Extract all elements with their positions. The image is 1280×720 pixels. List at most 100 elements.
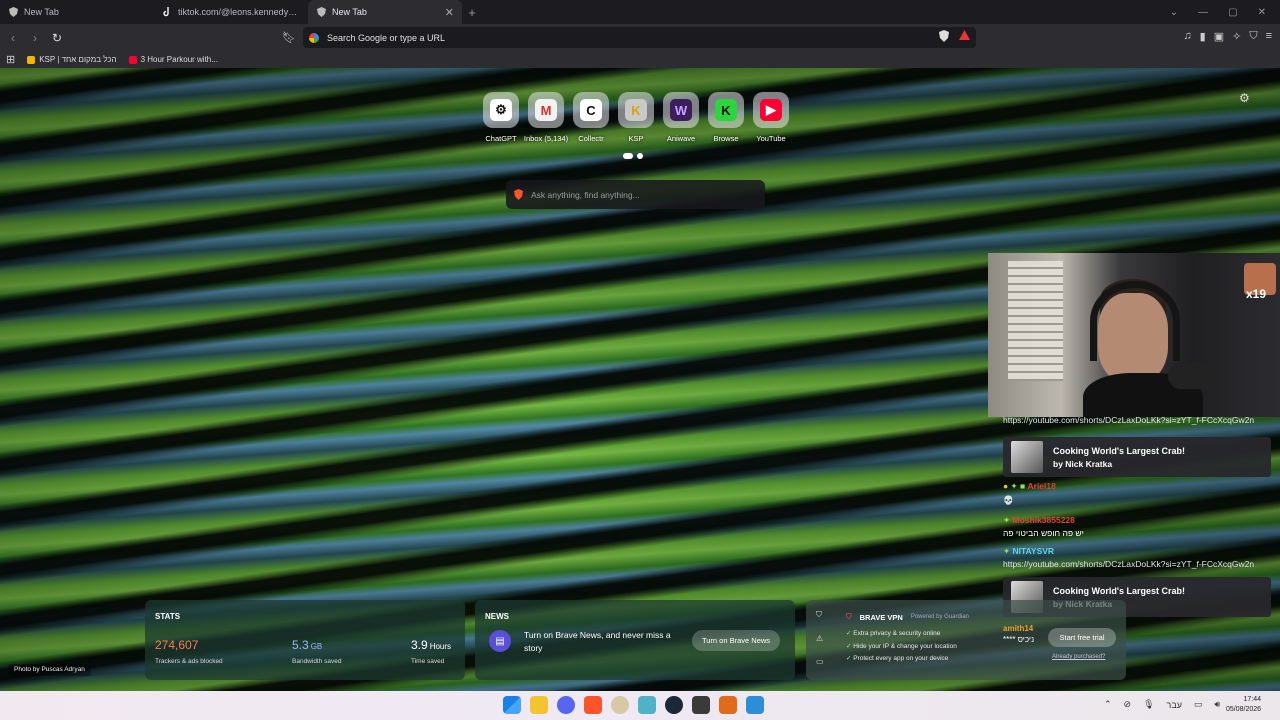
already-purchased-link[interactable]: Already purchased? bbox=[1052, 654, 1105, 660]
newtab-search[interactable]: Ask anything, find anything... bbox=[506, 180, 765, 209]
bookmark-icon[interactable]: 🔖︎ bbox=[282, 31, 296, 44]
discord-icon[interactable] bbox=[557, 696, 575, 714]
steam-icon[interactable] bbox=[665, 696, 683, 714]
video-card: Cooking World's Largest Crab! by Nick Kr… bbox=[1003, 437, 1271, 477]
brave-logo-icon bbox=[514, 189, 523, 200]
minimize-icon[interactable]: — bbox=[1198, 7, 1208, 18]
site-logo-icon: K bbox=[625, 99, 647, 121]
top-site-aniwave[interactable]: W Aniwave bbox=[662, 92, 700, 143]
reload-icon[interactable]: ↻ bbox=[48, 31, 66, 45]
app-icon-4[interactable] bbox=[719, 696, 737, 714]
clock-date: 05/08/2026 bbox=[1226, 706, 1262, 713]
top-site-browse[interactable]: K Browse bbox=[707, 92, 745, 143]
top-site-label: Inbox (5,134) bbox=[523, 134, 569, 143]
top-site-ksp[interactable]: K KSP bbox=[617, 92, 655, 143]
chat-username: Ariel18 bbox=[1027, 481, 1056, 491]
tab-2[interactable]: tiktok.com/@leons.kennedy183/photo bbox=[154, 0, 308, 24]
turn-on-news-button[interactable]: Turn on Brave News bbox=[692, 630, 780, 651]
close-tab-icon[interactable]: ✕ bbox=[445, 6, 454, 19]
photo-credit[interactable]: Photo by Puscas Adryan bbox=[8, 664, 91, 676]
page-dot-active[interactable] bbox=[623, 153, 633, 159]
bookmark-ksp[interactable]: KSP | הכל במקום אחד bbox=[27, 55, 117, 64]
mic-icon[interactable]: 🎙︎ bbox=[1143, 699, 1154, 710]
tab-1[interactable]: New Tab bbox=[0, 0, 154, 24]
top-sites: ⚙ ChatGPT M Inbox (5,134) C Collectr K KSP W Aniw… bbox=[482, 92, 790, 143]
vpn-shield-icon[interactable]: ⛉ bbox=[816, 610, 824, 620]
card-icon[interactable]: ▭ bbox=[816, 657, 824, 666]
chat-message-3-text: https://youtube.com/shorts/DCzLaxDoLKk?s… bbox=[1003, 559, 1255, 569]
top-site-tile[interactable]: K bbox=[618, 92, 654, 128]
brave-rewards-icon[interactable] bbox=[959, 30, 970, 41]
tab-3[interactable]: New Tab ✕ bbox=[308, 0, 462, 24]
apps-grid-icon[interactable]: ⊞ bbox=[6, 53, 15, 66]
brave-shields-icon[interactable] bbox=[939, 30, 949, 42]
top-site-chatgpt[interactable]: ⚙ ChatGPT bbox=[482, 92, 520, 143]
display-icon[interactable]: ▭ bbox=[1194, 699, 1203, 710]
chevron-up-icon[interactable]: ⌃ bbox=[1104, 699, 1112, 710]
network-off-icon[interactable]: ⊘ bbox=[1124, 699, 1132, 710]
ksp-icon bbox=[27, 55, 36, 64]
address-bar[interactable]: Search Google or type a URL bbox=[303, 27, 976, 48]
customize-gear-icon[interactable]: ⚙ bbox=[1239, 91, 1250, 105]
tab-strip: New Tab tiktok.com/@leons.kennedy183/pho… bbox=[0, 0, 1280, 24]
site-logo-icon: K bbox=[715, 99, 737, 121]
clock[interactable]: 17:44 05/08/2026 bbox=[1226, 695, 1261, 715]
media-icon[interactable]: ♫ bbox=[1183, 30, 1191, 43]
top-site-tile[interactable]: ⚙ bbox=[483, 92, 519, 128]
back-icon[interactable]: ‹ bbox=[4, 31, 22, 45]
news-icon: ▤ bbox=[489, 630, 511, 652]
top-site-youtube[interactable]: ▶ YouTube bbox=[752, 92, 790, 143]
clock-time: 17:44 bbox=[1243, 696, 1262, 703]
brave-icon[interactable] bbox=[584, 696, 602, 714]
news-text: Turn on Brave News, and never miss a sto… bbox=[524, 630, 671, 653]
windows-icon[interactable] bbox=[503, 696, 521, 714]
forward-icon[interactable]: › bbox=[26, 31, 44, 45]
sidebar-icon[interactable]: ▮ bbox=[1200, 30, 1206, 43]
bookmark-parkour-label: 3 Hour Parkour with... bbox=[140, 55, 218, 64]
bandwidth-unit: GB bbox=[310, 642, 323, 651]
stats-widget: STATS 274,607 Trackers & ads blocked 5.3… bbox=[145, 600, 465, 680]
top-site-tile[interactable]: C bbox=[573, 92, 609, 128]
leo-icon[interactable]: ✧ bbox=[1232, 30, 1241, 43]
omnibox-icons bbox=[939, 30, 970, 42]
top-sites-pager[interactable] bbox=[623, 153, 643, 159]
vpn-feature: Protect every app on your device bbox=[846, 653, 957, 666]
tab-search-icon[interactable]: ⌄ bbox=[1170, 7, 1178, 18]
app-icon[interactable] bbox=[611, 696, 629, 714]
tab-1-title: New Tab bbox=[24, 7, 59, 17]
top-site-tile[interactable]: ▶ bbox=[753, 92, 789, 128]
language-indicator[interactable]: עבר bbox=[1167, 700, 1182, 710]
top-site-tile[interactable]: M bbox=[528, 92, 564, 128]
taskbar-apps bbox=[503, 696, 764, 714]
badge-icon: ✦ bbox=[1003, 546, 1011, 556]
wallet-icon[interactable]: ▣ bbox=[1214, 30, 1224, 43]
vpn-icon[interactable]: ⛉ bbox=[1249, 30, 1257, 43]
trackers-value: 274,607 bbox=[155, 638, 199, 652]
menu-icon[interactable]: ≡ bbox=[1266, 30, 1272, 43]
page-dot[interactable] bbox=[637, 153, 643, 159]
volume-icon[interactable]: 🔊︎ bbox=[1214, 699, 1220, 710]
top-site-label: Collectr bbox=[578, 134, 604, 143]
new-tab-button[interactable]: + bbox=[462, 5, 482, 20]
close-window-icon[interactable]: ✕ bbox=[1258, 7, 1266, 18]
app-icon-3[interactable] bbox=[692, 696, 710, 714]
chat-username: amith14 bbox=[1003, 624, 1034, 633]
bookmark-parkour[interactable]: 3 Hour Parkour with... bbox=[128, 55, 218, 64]
start-free-trial-button[interactable]: Start free trial bbox=[1048, 628, 1116, 647]
top-site-collectr[interactable]: C Collectr bbox=[572, 92, 610, 143]
file-explorer-icon[interactable] bbox=[530, 696, 548, 714]
taskbar: ⌃ ⊘ 🎙︎ עבר ▭ 🔊︎ 17:44 05/08/2026 bbox=[0, 691, 1280, 720]
app-icon-2[interactable] bbox=[638, 696, 656, 714]
chat-message-1-text: 💀 bbox=[1003, 495, 1014, 505]
chat-message-2: ✦ Moshik3855228 bbox=[1003, 515, 1075, 526]
top-site-tile[interactable]: K bbox=[708, 92, 744, 128]
vpn-logo-icon: ⛉ bbox=[846, 612, 852, 621]
top-site-tile[interactable]: W bbox=[663, 92, 699, 128]
top-site-inbox-5-134[interactable]: M Inbox (5,134) bbox=[523, 92, 569, 143]
time-unit: Hours bbox=[429, 642, 452, 651]
warning-icon[interactable]: ⚠ bbox=[816, 634, 824, 643]
feather-icon[interactable] bbox=[746, 696, 764, 714]
vpn-title: BRAVE VPN bbox=[859, 612, 903, 622]
screen: New Tab tiktok.com/@leons.kennedy183/pho… bbox=[0, 0, 1280, 720]
maximize-icon[interactable]: ▢ bbox=[1228, 7, 1237, 18]
